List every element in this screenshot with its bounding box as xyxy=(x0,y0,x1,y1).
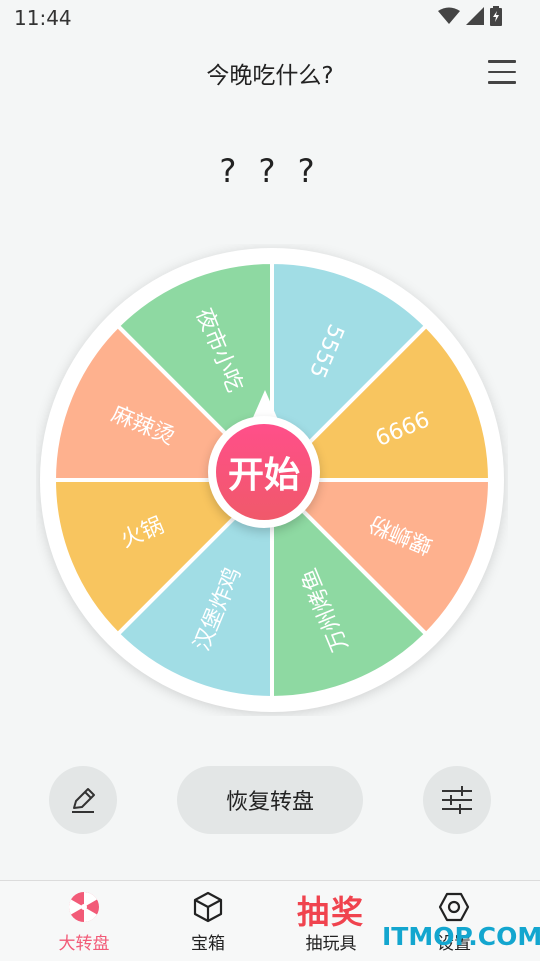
status-icons xyxy=(438,6,502,26)
nav-label-toys: 抽玩具 xyxy=(305,934,357,954)
nav-item-toys[interactable]: 抽奖 抽玩具 xyxy=(281,881,381,961)
pencil-icon xyxy=(72,788,95,813)
cube-icon xyxy=(193,891,223,923)
page-title: 今晚吃什么? xyxy=(206,63,334,89)
restore-wheel-button[interactable]: 恢复转盘 xyxy=(177,766,363,834)
menu-icon xyxy=(488,60,516,63)
wifi-icon xyxy=(438,7,460,24)
hexagon-icon xyxy=(438,892,470,922)
status-bar: 11:44 xyxy=(0,0,540,36)
start-label: 开始 xyxy=(216,424,312,520)
battery-icon xyxy=(490,6,502,26)
start-button[interactable]: 开始 xyxy=(208,416,320,528)
nav-label-chest: 宝箱 xyxy=(191,934,225,954)
edit-button[interactable] xyxy=(49,766,117,834)
app-bar: 今晚吃什么? xyxy=(0,48,540,100)
spin-wheel: 5555 9999 螺蛳粉 万州烤鱼 汉堡炸鸡 火锅 麻辣烫 夜市小吃 开始 xyxy=(36,244,508,716)
nav-label-wheel: 大转盘 xyxy=(58,934,110,954)
wheel-icon xyxy=(69,892,99,922)
result-text: ? ? ? xyxy=(219,152,321,190)
status-time: 11:44 xyxy=(14,6,72,30)
watermark: ITMOP.COM xyxy=(382,922,540,951)
menu-button[interactable] xyxy=(488,60,516,86)
signal-icon xyxy=(466,7,484,25)
nav-item-chest[interactable]: 宝箱 xyxy=(158,881,258,961)
promo-label: 抽奖 xyxy=(296,893,365,931)
settings-button[interactable] xyxy=(423,766,491,834)
sliders-icon xyxy=(442,786,472,814)
nav-item-wheel[interactable]: 大转盘 xyxy=(34,881,134,961)
